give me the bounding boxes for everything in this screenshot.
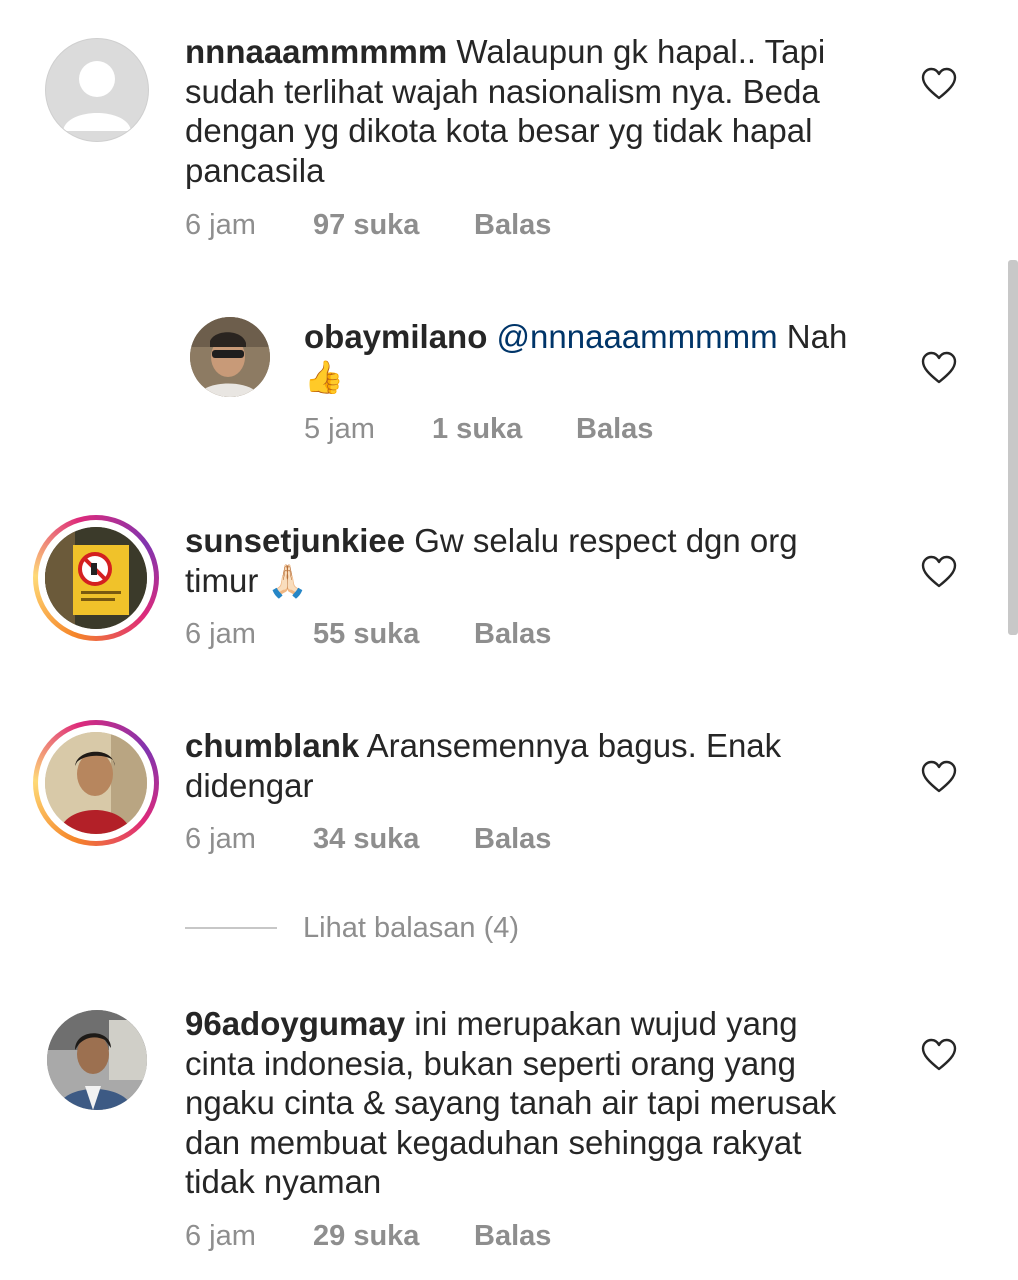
story-ring[interactable] (33, 720, 159, 846)
avatar[interactable] (45, 732, 147, 834)
avatar[interactable] (45, 527, 147, 629)
default-avatar-icon (63, 61, 131, 131)
comment-item: nnnaaammmmm Walaupun gk hapal.. Tapi sud… (0, 0, 1018, 260)
mention-link[interactable]: @nnnaaammmmm (497, 318, 778, 355)
reply-button[interactable]: Balas (474, 618, 551, 651)
user-photo-icon (190, 317, 270, 397)
comment-item: sunsetjunkiee Gw selalu respect dgn org … (0, 500, 1018, 680)
comment-text: Nah (786, 318, 848, 355)
comment-body: 96adoygumay ini merupakan wujud yang cin… (185, 1004, 875, 1202)
heart-outline-icon[interactable] (921, 760, 957, 794)
reply-button[interactable]: Balas (474, 823, 551, 856)
comment-body: sunsetjunkiee Gw selalu respect dgn org … (185, 521, 865, 601)
reply-item: obaymilano @nnnaaammmmm Nah 👍 5 jam 1 su… (0, 300, 1018, 470)
heart-outline-icon[interactable] (921, 555, 957, 589)
comment-likes[interactable]: 34 suka (313, 823, 419, 856)
folded-hands-emoji: 🙏🏻 (267, 562, 308, 599)
heart-outline-icon[interactable] (921, 67, 957, 101)
sign-photo-icon (45, 527, 147, 629)
comment-item: chumblank Aransemennya bagus. Enak diden… (0, 705, 1018, 885)
comment-likes[interactable]: 97 suka (313, 209, 419, 242)
reply-button[interactable]: Balas (474, 1220, 551, 1253)
reply-button[interactable]: Balas (474, 209, 551, 242)
scrollbar[interactable] (1008, 260, 1018, 635)
comment-likes[interactable]: 55 suka (313, 618, 419, 651)
comment-time: 6 jam (185, 823, 256, 855)
user-photo-icon (45, 732, 147, 834)
view-replies-label[interactable]: Lihat balasan (4) (303, 912, 519, 945)
comment-likes[interactable]: 1 suka (432, 413, 522, 446)
comment-username[interactable]: 96adoygumay (185, 1005, 405, 1042)
heart-outline-icon[interactable] (921, 1038, 957, 1072)
comment-body: obaymilano @nnnaaammmmm Nah 👍 (304, 317, 884, 397)
user-photo-icon (47, 1010, 147, 1110)
comment-time: 6 jam (185, 209, 256, 241)
comment-username[interactable]: nnnaaammmmm (185, 33, 447, 70)
reply-button[interactable]: Balas (576, 413, 653, 446)
thumbs-up-emoji: 👍 (304, 358, 344, 395)
comment-likes[interactable]: 29 suka (313, 1220, 419, 1253)
divider-line (185, 927, 277, 929)
avatar[interactable] (47, 1010, 147, 1110)
avatar[interactable] (45, 38, 149, 142)
avatar[interactable] (190, 317, 270, 397)
comment-username[interactable]: sunsetjunkiee (185, 522, 405, 559)
comment-time: 6 jam (185, 1220, 256, 1252)
view-replies-link[interactable]: Lihat balasan (4) (185, 912, 585, 948)
comment-time: 6 jam (185, 618, 256, 650)
story-ring[interactable] (33, 515, 159, 641)
comment-username[interactable]: obaymilano (304, 318, 487, 355)
comment-body: nnnaaammmmm Walaupun gk hapal.. Tapi sud… (185, 32, 865, 190)
comment-item: 96adoygumay ini merupakan wujud yang cin… (0, 990, 1018, 1275)
comment-username[interactable]: chumblank (185, 727, 359, 764)
comment-body: chumblank Aransemennya bagus. Enak diden… (185, 726, 865, 805)
comment-time: 5 jam (304, 413, 375, 445)
heart-outline-icon[interactable] (921, 351, 957, 385)
